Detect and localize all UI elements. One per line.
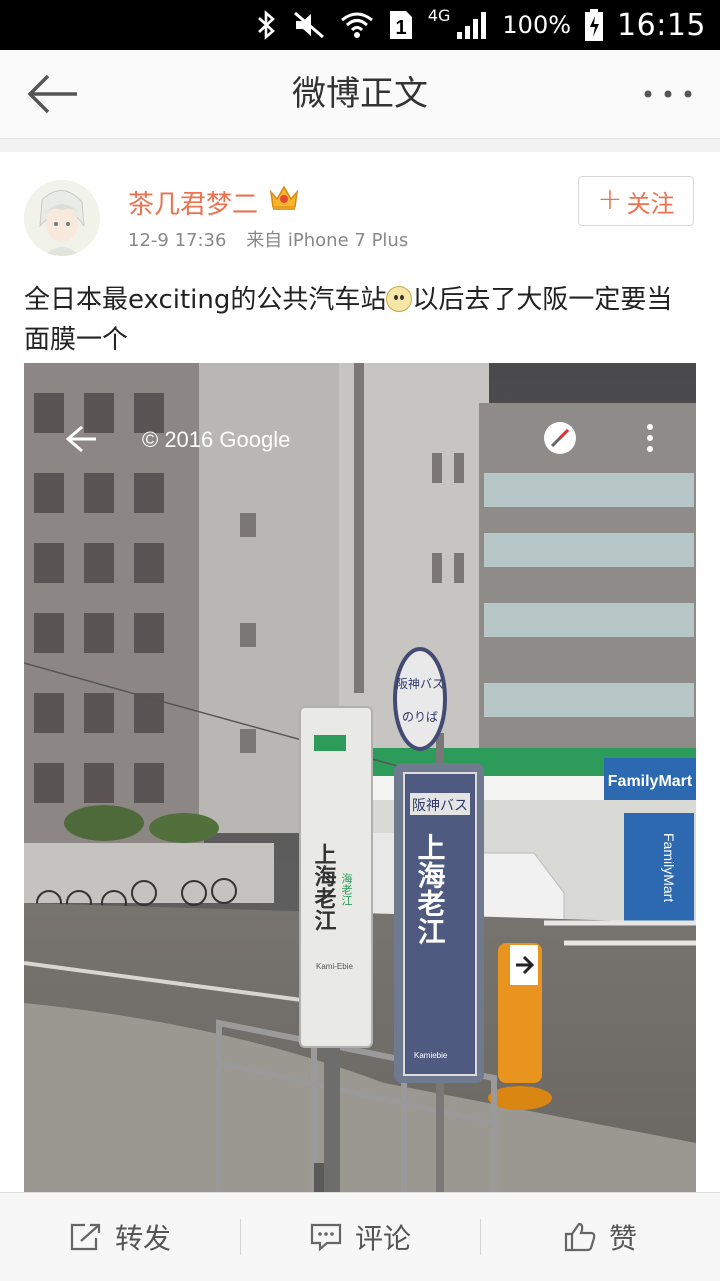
left-sign-small: 海老江 [340,872,353,906]
store-sign-text: FamilyMart [608,773,693,790]
plus-icon: + [597,182,623,217]
clock: 16:15 [617,7,706,43]
post-source: 来自 iPhone 7 Plus [246,230,409,251]
more-dots-icon [644,90,692,98]
post-text: 全日本最exciting的公共汽车站 以后去了大阪一定要当面膜一个 [24,280,694,360]
like-label: 赞 [608,1222,637,1255]
blue-sign-header: 阪神バス [412,797,468,813]
left-sign-roman: Kami-Ebie [316,962,353,971]
post-photo[interactable]: FamilyMart FamilyMart 上海老江 海老江 Kami-Ebie… [24,363,696,1192]
like-button[interactable]: 赞 [480,1193,720,1281]
comment-button[interactable]: 评论 [240,1193,480,1281]
top-navigation-bar: 微博正文 [0,50,720,139]
post-date: 12-9 17:36 [128,230,227,251]
post-text-part1: 全日本最exciting的公共汽车站 [24,285,387,315]
follow-button[interactable]: + 关注 [578,176,694,226]
store-vertical-sign: FamilyMart [661,833,677,902]
page-title: 微博正文 [292,74,428,114]
sim-icon: 1 [388,9,414,41]
round-sign-top: 阪神バス [396,677,444,691]
bluetooth-icon [256,10,278,40]
post-card: 茶几君梦二 12-9 17:36 来自 iPhone 7 Plus + 关注 全… [0,152,720,1192]
mute-icon [292,10,326,40]
signal-icon [456,10,488,40]
thumbs-up-icon [564,1222,596,1252]
comment-icon [310,1223,342,1252]
username[interactable]: 茶几君梦二 [128,184,258,221]
bottom-action-bar: 转发 评论 赞 [0,1192,720,1281]
network-type: 4G [427,5,451,25]
battery-percent: 100% [502,11,572,39]
svg-text:1: 1 [395,17,406,39]
avatar[interactable] [24,180,100,256]
blue-sign-roman: Kamiebie [414,1051,448,1060]
status-bar: 1 4G 100% 16:15 [0,0,720,50]
follow-label: 关注 [626,189,675,218]
comment-label: 评论 [354,1222,411,1255]
post-meta: 12-9 17:36 来自 iPhone 7 Plus [128,226,408,252]
repost-button[interactable]: 转发 [0,1193,240,1281]
street-view-image: FamilyMart FamilyMart 上海老江 海老江 Kami-Ebie… [24,363,696,1192]
left-sign-main: 上海老江 [312,843,338,931]
repost-icon [70,1223,101,1251]
repost-label: 转发 [114,1222,171,1255]
round-sign-bottom: のりば [402,710,438,724]
emoji-icon [386,286,413,312]
wifi-icon [340,10,374,40]
more-options-button[interactable] [640,72,696,116]
battery-charging-icon [585,9,604,41]
vip-crown-icon [268,182,300,212]
blue-sign-main: 上海老江 [415,833,446,945]
